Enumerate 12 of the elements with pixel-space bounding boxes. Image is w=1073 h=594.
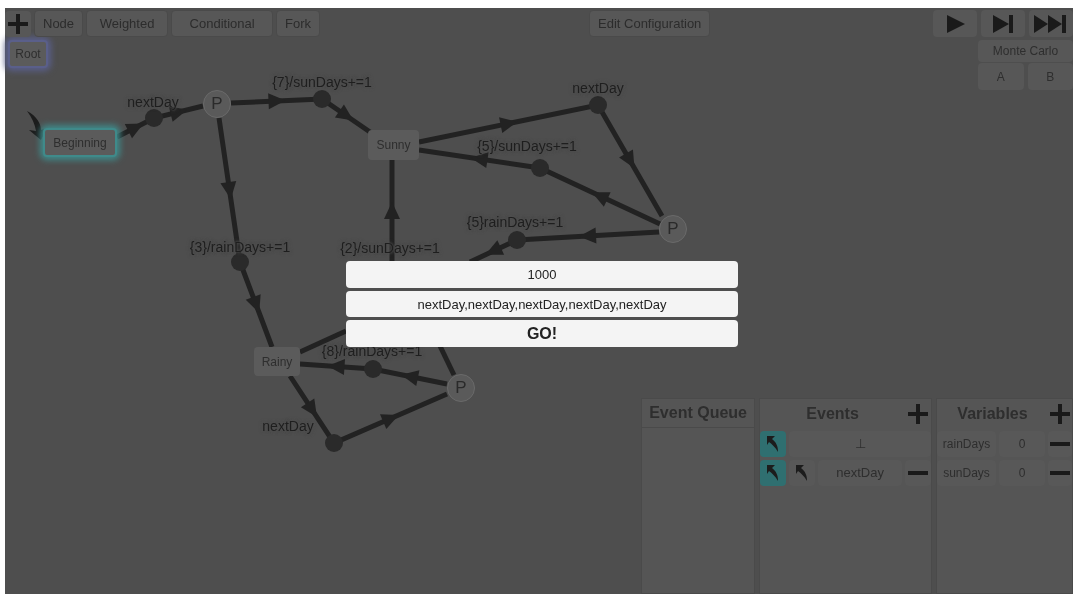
event-sequence-field[interactable]: nextDay,nextDay,nextDay,nextDay,nextDay	[346, 291, 738, 317]
iterations-field[interactable]: 1000	[346, 261, 738, 288]
curved-arrow-icon	[766, 464, 781, 482]
add-icon[interactable]	[5, 10, 31, 37]
go-button[interactable]: GO!	[346, 320, 738, 347]
curved-arrow-icon	[795, 464, 810, 482]
step-button[interactable]	[981, 10, 1025, 37]
play-button[interactable]	[933, 10, 977, 37]
event-action-icon[interactable]	[760, 431, 787, 457]
curved-arrow-icon	[766, 435, 781, 453]
event-action-icon[interactable]	[760, 460, 787, 486]
fast-forward-button[interactable]	[1029, 10, 1073, 37]
